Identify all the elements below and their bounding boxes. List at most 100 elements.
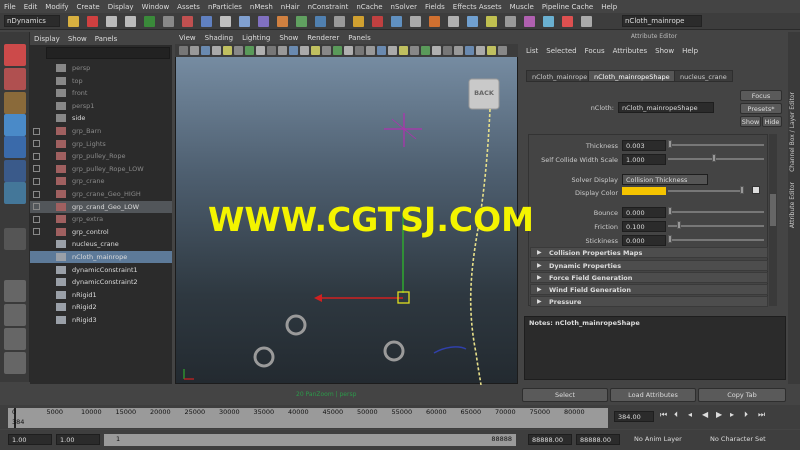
menu-item-modify[interactable]: Modify	[45, 3, 68, 11]
menu-item-muscle[interactable]: Muscle	[510, 3, 534, 11]
expand-toggle-icon[interactable]	[33, 203, 40, 211]
expand-toggle-icon[interactable]	[33, 140, 40, 148]
step-forward-icon[interactable]: ⏵	[744, 410, 756, 422]
section-dynamic-properties[interactable]: ▶ Dynamic Properties	[530, 260, 768, 271]
layout-four-icon[interactable]	[4, 304, 26, 326]
outliner-item[interactable]: persp	[30, 62, 172, 74]
expand-toggle-icon[interactable]	[33, 165, 40, 173]
stickiness-field[interactable]: 0.000	[622, 235, 666, 246]
status-tool-icon[interactable]	[581, 16, 592, 27]
select-button[interactable]: Select	[522, 388, 608, 402]
section-force-field-generation[interactable]: ▶ Force Field Generation	[530, 272, 768, 283]
select-tool-icon[interactable]	[4, 44, 26, 66]
status-tool-icon[interactable]	[505, 16, 516, 27]
status-tool-icon[interactable]	[562, 16, 573, 27]
start-time-field[interactable]: 1.00	[8, 434, 52, 445]
viewport-tool-icon[interactable]	[355, 46, 364, 55]
status-tool-icon[interactable]	[296, 16, 307, 27]
viewport-tool-icon[interactable]	[344, 46, 353, 55]
outliner-item[interactable]: grp_crand_Geo_LOW	[30, 200, 172, 213]
viewport-menu-show[interactable]: Show	[279, 34, 298, 42]
load-attributes-button[interactable]: Load Attributes	[610, 388, 696, 402]
ring-3[interactable]	[383, 340, 405, 362]
object-name-field[interactable]: nCloth_mainrope	[622, 15, 702, 27]
viewport-tool-icon[interactable]	[487, 46, 496, 55]
status-tool-icon[interactable]	[68, 16, 79, 27]
attr-menu-focus[interactable]: Focus	[585, 47, 605, 55]
node-name-field[interactable]: nCloth_mainropeShape	[618, 102, 714, 113]
outliner-item[interactable]: top	[30, 75, 172, 87]
viewport-tool-icon[interactable]	[410, 46, 419, 55]
menu-item-nconstraint[interactable]: nConstraint	[308, 3, 349, 11]
scale-tool-icon[interactable]	[4, 160, 26, 182]
viewport-tool-icon[interactable]	[223, 46, 232, 55]
attr-menu-show[interactable]: Show	[655, 47, 674, 55]
expand-toggle-icon[interactable]	[33, 152, 40, 160]
bounce-slider[interactable]	[668, 211, 764, 213]
viewport-tool-icon[interactable]	[234, 46, 243, 55]
outliner-item[interactable]: nucleus_crane	[30, 238, 172, 250]
viewport-tool-icon[interactable]	[388, 46, 397, 55]
color-map-icon[interactable]	[752, 186, 760, 194]
outliner-item[interactable]: front	[30, 87, 172, 99]
tab-ncloth-mainrope[interactable]: nCloth_mainrope	[526, 70, 594, 82]
menu-item-help[interactable]: Help	[601, 3, 617, 11]
viewport-menu-lighting[interactable]: Lighting	[242, 34, 270, 42]
self-collide-width-slider[interactable]	[668, 158, 764, 160]
solver-display-dropdown[interactable]: Collision Thickness	[622, 174, 708, 185]
tab-nucleus-crane[interactable]: nucleus_crane	[674, 70, 733, 82]
move-tool-icon[interactable]	[4, 114, 26, 136]
expand-toggle-icon[interactable]	[33, 127, 40, 135]
menu-item-ncache[interactable]: nCache	[356, 3, 382, 11]
outliner-item[interactable]: dynamicConstraint1	[30, 264, 172, 276]
viewport-menu-view[interactable]: View	[179, 34, 196, 42]
presets-button[interactable]: Presets*	[740, 103, 782, 114]
viewport-tool-icon[interactable]	[366, 46, 375, 55]
display-color-slider[interactable]	[668, 190, 744, 192]
status-tool-icon[interactable]	[258, 16, 269, 27]
status-tool-icon[interactable]	[429, 16, 440, 27]
outliner-item[interactable]: side	[30, 112, 172, 124]
end-time-field[interactable]: 88888.00	[576, 434, 620, 445]
viewport-tool-icon[interactable]	[333, 46, 342, 55]
step-back-icon[interactable]: ⏴	[674, 410, 686, 422]
menu-item-nmesh[interactable]: nMesh	[250, 3, 273, 11]
expand-toggle-icon[interactable]	[33, 228, 40, 236]
show-button[interactable]: Show	[740, 116, 761, 127]
viewport-tool-icon[interactable]	[454, 46, 463, 55]
current-time-field[interactable]: 384.00	[614, 411, 654, 422]
viewport-tool-icon[interactable]	[443, 46, 452, 55]
notes-area[interactable]: Notes: nCloth_mainropeShape	[524, 316, 786, 380]
character-set-dropdown[interactable]: No Character Set	[710, 435, 766, 443]
viewport-tool-icon[interactable]	[190, 46, 199, 55]
viewport-tool-icon[interactable]	[278, 46, 287, 55]
thickness-slider[interactable]	[668, 144, 764, 146]
status-tool-icon[interactable]	[106, 16, 117, 27]
status-tool-icon[interactable]	[524, 16, 535, 27]
outliner-item[interactable]: nRigid1	[30, 289, 172, 301]
section-collision-properties-maps[interactable]: ▶ Collision Properties Maps	[530, 247, 768, 258]
display-color-knob[interactable]	[740, 186, 744, 194]
outliner-search-input[interactable]	[46, 47, 170, 59]
attribute-editor-tab[interactable]: Attribute Editor	[789, 182, 796, 228]
viewport-tool-icon[interactable]	[421, 46, 430, 55]
go-to-end-icon[interactable]: ⏭	[758, 410, 770, 422]
attr-menu-help[interactable]: Help	[682, 47, 698, 55]
tab-ncloth-mainropeshape[interactable]: nCloth_mainropeShape	[588, 70, 676, 82]
go-to-start-icon[interactable]: ⏮	[660, 410, 672, 422]
viewport-tool-icon[interactable]	[212, 46, 221, 55]
thickness-field[interactable]: 0.003	[622, 140, 666, 151]
lasso-tool-icon[interactable]	[4, 68, 26, 90]
expand-toggle-icon[interactable]	[33, 190, 40, 198]
viewport-tool-icon[interactable]	[179, 46, 188, 55]
friction-field[interactable]: 0.100	[622, 221, 666, 232]
attr-scrollbar[interactable]	[769, 134, 777, 306]
viewport-menu-panels[interactable]: Panels	[348, 34, 371, 42]
menu-item-nparticles[interactable]: nParticles	[208, 3, 242, 11]
outliner-menu-display[interactable]: Display	[34, 35, 60, 43]
outliner-menu-show[interactable]: Show	[68, 35, 87, 43]
status-tool-icon[interactable]	[315, 16, 326, 27]
channel-box-tab[interactable]: Channel Box / Layer Editor	[789, 92, 796, 172]
menu-item-file[interactable]: File	[4, 3, 16, 11]
focus-button[interactable]: Focus	[740, 90, 782, 101]
